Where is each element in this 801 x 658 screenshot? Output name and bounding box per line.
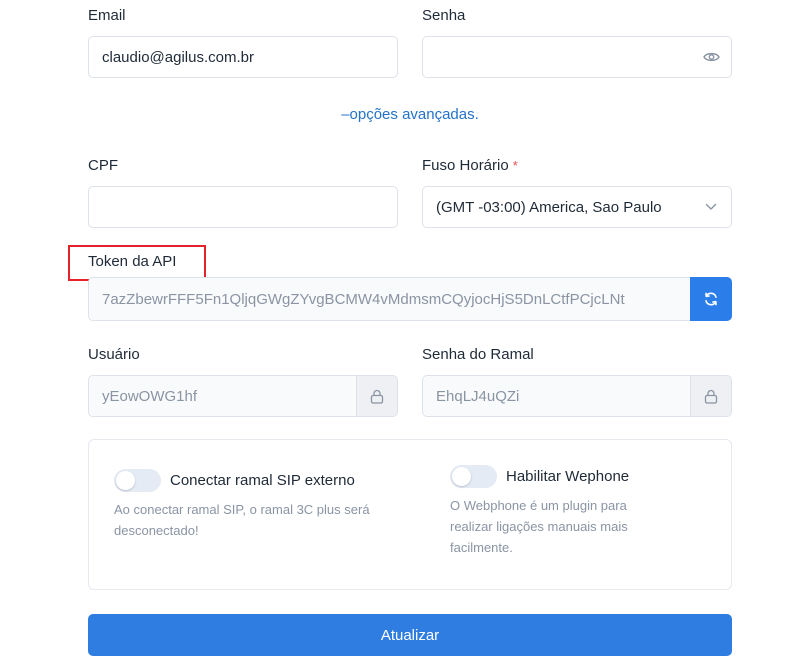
email-value: claudio@agilus.com.br: [102, 48, 254, 66]
update-button[interactable]: Atualizar: [88, 614, 732, 656]
refresh-icon: [705, 292, 717, 306]
senha-ramal-value: EhqLJ4uQZi: [436, 387, 520, 405]
options-card: Conectar ramal SIP externo Ao conectar r…: [88, 439, 732, 590]
sip-toggle[interactable]: [114, 469, 161, 492]
lock-icon: [690, 376, 731, 416]
sip-toggle-title: Conectar ramal SIP externo: [170, 472, 355, 489]
cpf-field[interactable]: [88, 186, 398, 228]
fuso-label: Fuso Horário *: [422, 157, 518, 175]
cpf-label: CPF: [88, 157, 118, 174]
eye-icon[interactable]: [691, 37, 731, 77]
usuario-value: yEowOWG1hf: [102, 387, 198, 405]
email-label: Email: [88, 7, 126, 24]
senha-ramal-label: Senha do Ramal: [422, 346, 534, 363]
wephone-toggle[interactable]: [450, 465, 497, 488]
timezone-selected-value: (GMT -03:00) America, Sao Paulo: [436, 198, 662, 216]
senha-field[interactable]: [422, 36, 732, 78]
usuario-label: Usuário: [88, 346, 140, 363]
timezone-select[interactable]: (GMT -03:00) America, Sao Paulo: [422, 186, 732, 228]
email-field[interactable]: claudio@agilus.com.br: [88, 36, 398, 78]
lock-icon: [356, 376, 397, 416]
api-token-value: 7azZbewrFFF5Fn1QljqGWgZYvgBCMW4vMdmsmCQy…: [102, 290, 625, 308]
senha-label: Senha: [422, 7, 466, 24]
senha-ramal-field: EhqLJ4uQZi: [422, 375, 732, 417]
wephone-toggle-knob: [452, 467, 471, 486]
wephone-toggle-description: O Webphone é um plugin para realizar lig…: [450, 498, 628, 555]
sip-toggle-knob: [116, 471, 135, 490]
wephone-toggle-title: Habilitar Wephone: [506, 468, 630, 485]
chevron-down-icon: [691, 187, 731, 227]
fuso-label-text: Fuso Horário: [422, 157, 509, 174]
sip-toggle-description: Ao conectar ramal SIP, o ramal 3C plus s…: [114, 502, 370, 538]
refresh-token-button[interactable]: [690, 277, 732, 321]
token-label: Token da API: [88, 253, 177, 270]
advanced-options-link[interactable]: –opções avançadas.: [300, 106, 520, 123]
usuario-field: yEowOWG1hf: [88, 375, 398, 417]
required-mark: *: [512, 158, 518, 173]
user-edit-form: Email claudio@agilus.com.br Senha –opçõe…: [0, 0, 801, 658]
api-token-field[interactable]: 7azZbewrFFF5Fn1QljqGWgZYvgBCMW4vMdmsmCQy…: [88, 277, 692, 321]
